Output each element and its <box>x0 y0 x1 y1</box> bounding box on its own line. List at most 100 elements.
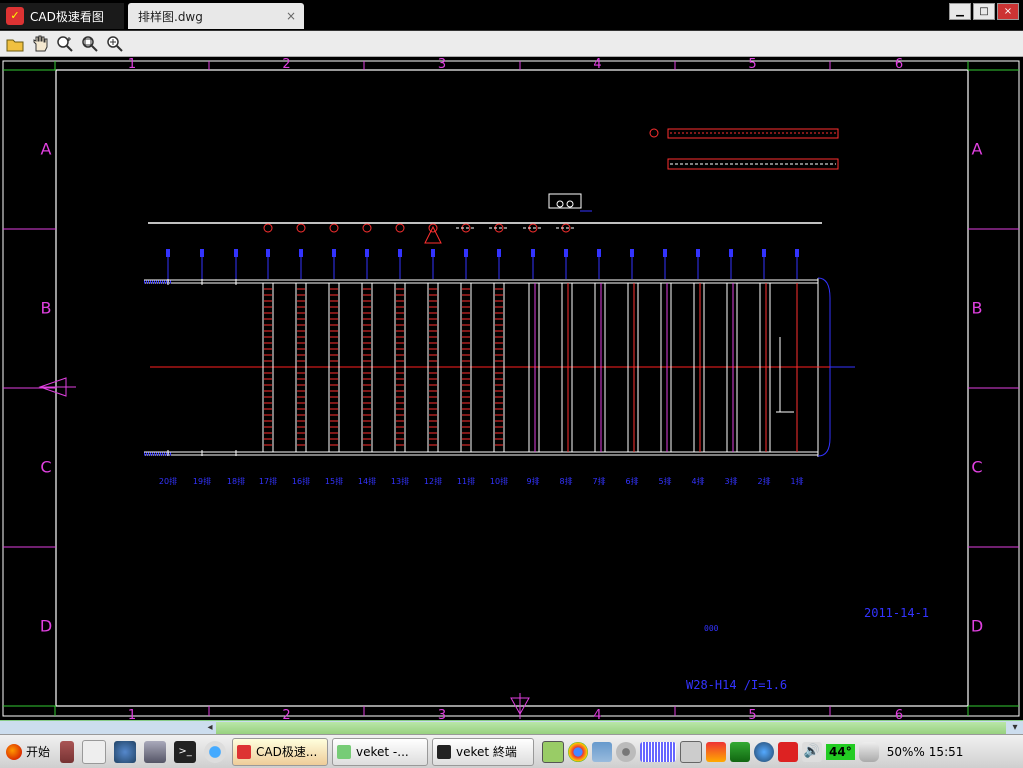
image-viewer-icon[interactable] <box>542 740 565 763</box>
volume-icon[interactable]: 🔊 <box>802 741 823 762</box>
bay-label: 19排 <box>193 476 211 486</box>
warning-icon[interactable] <box>706 741 727 762</box>
row-letter-left: A <box>41 140 52 159</box>
bay-label: 8排 <box>559 476 572 486</box>
bay-label: 4排 <box>691 476 704 486</box>
rail-fixtures <box>263 223 576 244</box>
zoom-in-icon[interactable] <box>54 33 75 54</box>
task-veket-terminal[interactable]: veket 終端 <box>432 737 535 766</box>
mid-note: 000 <box>704 624 719 633</box>
zoom-window-icon[interactable] <box>79 33 100 54</box>
bay-labels: 20排 19排 18排 17排 16排 15排 14排 13排 12排 11排 10排 9排 8排 7排 6… <box>159 476 804 486</box>
row-letter-left: D <box>40 617 52 636</box>
bay-label: 6排 <box>625 476 638 486</box>
zone-labels: 1 1 2 2 3 3 4 4 5 5 6 6 A A B B C C D D <box>40 57 983 720</box>
app-title: CAD极速看图 <box>30 9 104 24</box>
tab-close-icon[interactable]: × <box>284 9 298 23</box>
terminal-icon[interactable]: >_ <box>174 740 197 763</box>
battery-icon[interactable] <box>858 741 879 762</box>
dim-label-block <box>597 249 601 257</box>
keyboard-icon[interactable] <box>680 740 703 763</box>
start-button[interactable]: 开始 <box>0 735 56 768</box>
dim-label-block <box>398 249 402 257</box>
toolbar <box>0 31 1023 57</box>
col-number-top: 6 <box>895 57 903 72</box>
system-tray: 🔊 44° 50%% 15:51 <box>540 740 963 763</box>
bay-label: 5排 <box>658 476 671 486</box>
film-icon[interactable] <box>144 740 167 763</box>
eyes-icon[interactable] <box>82 739 107 764</box>
bay-label: 14排 <box>358 476 376 486</box>
top-right-strip-1 <box>667 128 839 139</box>
power-icon[interactable] <box>778 741 799 762</box>
browser-icon[interactable] <box>204 740 227 763</box>
date-note: 2011-14-1 <box>864 606 929 620</box>
bay-label: 3排 <box>724 476 737 486</box>
bay-label: 9排 <box>526 476 539 486</box>
inner-frame <box>55 69 969 707</box>
zoom-extents-icon[interactable] <box>104 33 125 54</box>
dim-label-block <box>729 249 733 257</box>
col-number-top: 5 <box>748 57 756 72</box>
row-letter-left: C <box>40 458 51 477</box>
col-number-top: 4 <box>593 57 601 72</box>
brush-icon[interactable] <box>60 740 75 763</box>
col-number-top: 3 <box>438 57 446 72</box>
bay-label: 18排 <box>227 476 245 486</box>
minimize-button[interactable]: ▁ <box>949 3 971 20</box>
task-cad-label: CAD极速... <box>256 745 318 759</box>
start-orb-icon <box>6 743 22 760</box>
open-folder-icon[interactable] <box>4 33 25 54</box>
task-veket-folder[interactable]: veket -... <box>332 737 429 766</box>
close-button[interactable]: × <box>997 3 1019 20</box>
chrome-icon[interactable] <box>568 741 589 762</box>
dim-label-block <box>234 249 238 257</box>
bay-label: 10排 <box>490 476 508 486</box>
app-tab[interactable]: ✓ CAD极速看图 <box>0 3 124 29</box>
network-icon[interactable] <box>730 741 751 762</box>
pan-hand-icon[interactable] <box>29 33 50 54</box>
disk-icon[interactable] <box>616 741 637 762</box>
drawing-canvas[interactable]: 112233445566AABBCCDD 20排 19排 18排 17排 16排… <box>0 57 1023 720</box>
temperature-badge: 44° <box>826 743 855 760</box>
dim-label-block <box>266 249 270 257</box>
horizontal-scrollbar[interactable]: ◂ ▾ <box>0 720 1023 735</box>
dim-label-block <box>564 249 568 257</box>
battery-level: 50%% <box>886 744 925 759</box>
cad-drawing[interactable]: 112233445566A AB BC CD D 20排 19排 18排 17排… <box>0 57 1023 720</box>
row-letter-right: C <box>971 458 982 477</box>
globe-icon[interactable] <box>754 741 775 762</box>
bay-label: 20排 <box>159 476 177 486</box>
cpu-monitor-icon[interactable] <box>640 741 677 762</box>
settings-icon[interactable] <box>114 740 137 763</box>
dimension-ticks <box>166 249 799 279</box>
dim-label-block <box>795 249 799 257</box>
scroll-thumb[interactable] <box>216 722 1006 734</box>
row-letter-left: B <box>41 299 52 318</box>
folder-icon <box>337 744 352 759</box>
photo-icon[interactable] <box>592 741 613 762</box>
task-cad[interactable]: CAD极速... <box>232 737 329 766</box>
dim-label-block <box>696 249 700 257</box>
scroll-right-icon[interactable]: ▾ <box>1009 721 1021 735</box>
rail-fixture <box>263 223 273 233</box>
maximize-button[interactable]: □ <box>973 3 995 20</box>
bay-label: 1排 <box>790 476 803 486</box>
bay-label: 16排 <box>292 476 310 486</box>
dim-label-block <box>431 249 435 257</box>
bay-label: 11排 <box>457 476 475 486</box>
rail-fixture <box>296 223 306 233</box>
rail-fixture <box>395 223 405 233</box>
file-tab[interactable]: 排样图.dwg × <box>128 3 304 29</box>
dim-label-block <box>332 249 336 257</box>
task-terminal-label: veket 終端 <box>456 745 517 759</box>
scroll-left-icon[interactable]: ◂ <box>204 721 216 735</box>
col-number-bottom: 4 <box>593 708 601 720</box>
detail-box <box>548 193 582 209</box>
dim-label-block <box>630 249 634 257</box>
cad-logo-icon: ✓ <box>6 7 24 25</box>
spec-note: W28-H14 /I=1.6 <box>686 678 787 692</box>
rail-triangle <box>424 225 442 244</box>
bay-label: 12排 <box>424 476 442 486</box>
col-number-top: 1 <box>128 57 136 72</box>
